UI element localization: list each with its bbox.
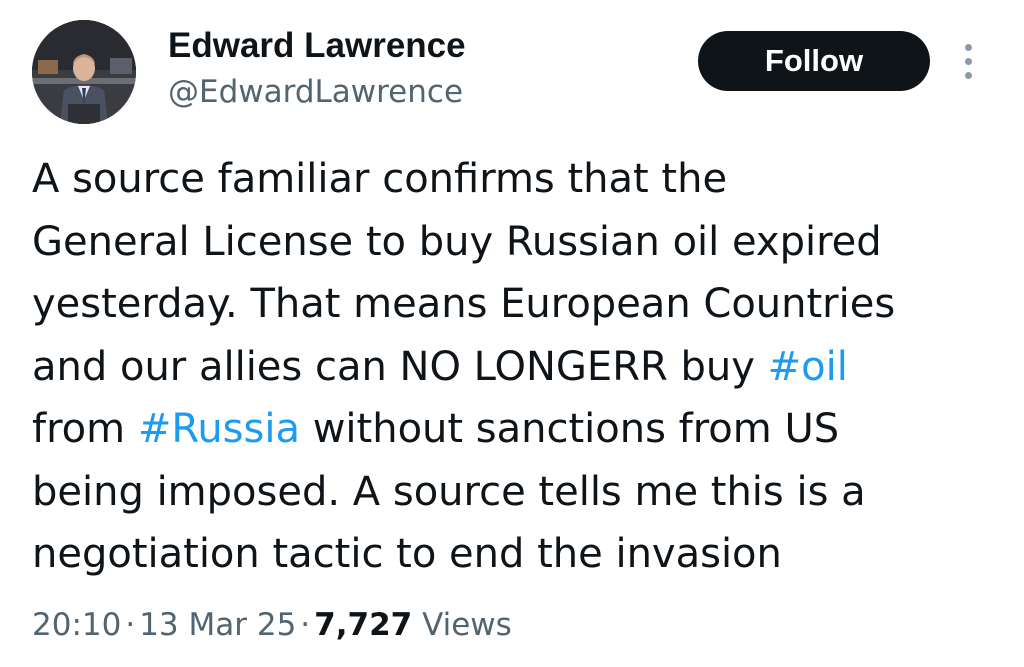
tweet-text-segment: A source familiar confirms that the: [32, 156, 728, 202]
meta-separator: ·: [125, 607, 136, 643]
tweet-meta: 20:10 · 13 Mar 25 · 7,727 Views: [32, 603, 512, 647]
tweet-text-segment: without sanctions from US: [299, 406, 840, 452]
tweet-text-line: A source familiar confirms that the: [32, 148, 992, 211]
tweet-date[interactable]: 13 Mar 25: [139, 607, 296, 643]
tweet-text-segment: from: [32, 406, 138, 452]
views-label: Views: [422, 607, 512, 643]
tweet-text: A source familiar confirms that the Gener…: [32, 148, 992, 586]
tweet-text-segment: being imposed. A source tells me this is…: [32, 468, 866, 515]
tweet-text-line: from #Russia without sanctions from US: [32, 398, 992, 461]
author-display-name[interactable]: Edward Lawrence: [168, 24, 466, 68]
meta-separator: ·: [300, 607, 311, 643]
more-vertical-icon[interactable]: [958, 40, 980, 84]
tweet-text-line: yesterday. That means European Countries: [32, 273, 992, 336]
avatar[interactable]: [32, 20, 136, 124]
hashtag-link[interactable]: #Russia: [138, 406, 300, 452]
tweet-card: Edward Lawrence @EdwardLawrence Follow A…: [0, 0, 1024, 667]
tweet-time[interactable]: 20:10: [32, 607, 121, 643]
tweet-text-line: General License to buy Russian oil expir…: [32, 211, 992, 274]
tweet-text-line: and our allies can NO LONGERR buy #oil: [32, 336, 992, 399]
avatar-photo: [32, 20, 136, 124]
follow-button[interactable]: Follow: [698, 31, 930, 91]
tweet-text-segment: and our allies can NO LONGERR buy: [32, 343, 768, 390]
tweet-text-line: negotiation tactic to end the invasion: [32, 523, 992, 586]
author-handle[interactable]: @EdwardLawrence: [168, 72, 463, 112]
tweet-text-segment: yesterday. That means European Countries: [32, 281, 896, 327]
tweet-text-line: being imposed. A source tells me this is…: [32, 461, 992, 524]
views-count: 7,727: [314, 607, 413, 643]
tweet-text-segment: General License to buy Russian oil expir…: [32, 218, 882, 265]
tweet-text-segment: negotiation tactic to end the invasion: [32, 531, 782, 577]
hashtag-link[interactable]: #oil: [768, 344, 848, 390]
